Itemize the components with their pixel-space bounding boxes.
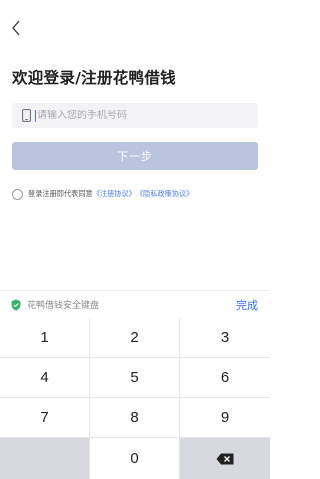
chevron-left-icon (12, 20, 20, 36)
text-caret (35, 109, 36, 122)
phone-input-container[interactable] (12, 103, 258, 128)
secure-keyboard: 花鸭借钱安全键盘 完成 1 2 3 4 5 6 7 8 9 0 (0, 290, 270, 479)
key-4[interactable]: 4 (0, 358, 90, 398)
key-0[interactable]: 0 (90, 438, 180, 479)
backspace-icon (216, 453, 234, 464)
key-3[interactable]: 3 (180, 318, 270, 358)
key-1[interactable]: 1 (0, 318, 90, 358)
key-9[interactable]: 9 (180, 398, 270, 438)
terms-link[interactable]: 《注册协议》 (93, 189, 136, 199)
privacy-link[interactable]: 《隐私政策协议》 (136, 189, 194, 199)
key-7[interactable]: 7 (0, 398, 90, 438)
keypad: 1 2 3 4 5 6 7 8 9 0 (0, 318, 270, 479)
agreement-row: 登录注册即代表同意 《注册协议》 《隐私政策协议》 (12, 187, 193, 201)
keyboard-title: 花鸭借钱安全键盘 (27, 301, 100, 311)
agreement-text: 登录注册即代表同意 (28, 189, 93, 198)
delete-key[interactable] (180, 438, 270, 479)
keyboard-header: 花鸭借钱安全键盘 完成 (0, 290, 270, 318)
next-step-button[interactable]: 下一步 (12, 142, 258, 170)
key-2[interactable]: 2 (90, 318, 180, 358)
phone-number-input[interactable] (37, 110, 237, 121)
key-8[interactable]: 8 (90, 398, 180, 438)
page-title: 欢迎登录/注册花鸭借钱 (12, 69, 176, 87)
key-blank (0, 438, 90, 479)
key-5[interactable]: 5 (90, 358, 180, 398)
done-button[interactable]: 完成 (236, 297, 258, 313)
agreement-checkbox[interactable] (12, 188, 23, 200)
shield-check-icon (11, 299, 21, 311)
back-button[interactable] (6, 16, 26, 40)
key-6[interactable]: 6 (180, 358, 270, 398)
phone-icon (20, 109, 32, 123)
